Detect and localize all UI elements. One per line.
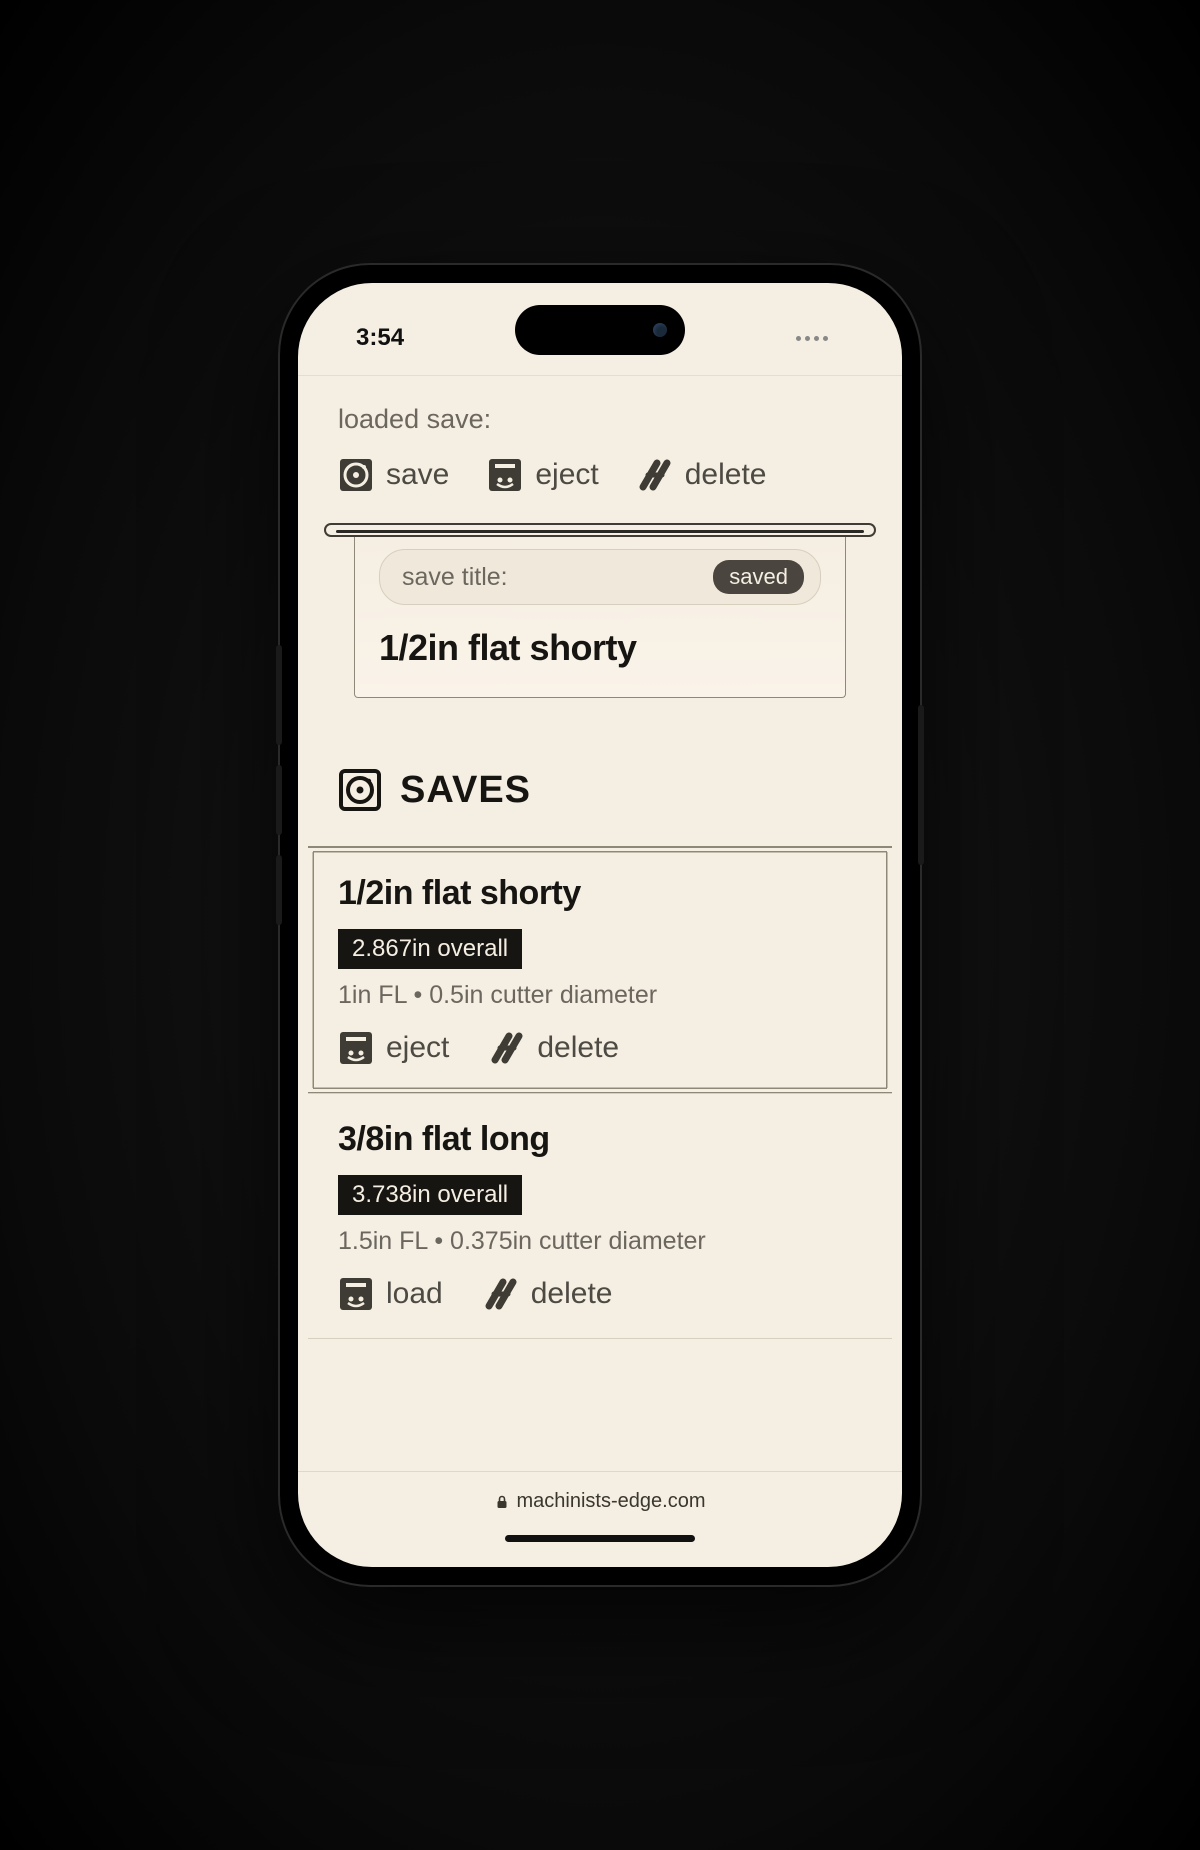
delete-button[interactable]: delete bbox=[489, 1030, 619, 1066]
save-slot: save title: saved 1/2in flat shorty bbox=[324, 523, 876, 698]
browser-url[interactable]: machinists-edge.com bbox=[495, 1490, 706, 1513]
loaded-action-row: save eject delete bbox=[338, 457, 862, 493]
dynamic-island bbox=[515, 305, 685, 355]
eject-button[interactable]: eject bbox=[338, 1030, 449, 1066]
disc-outline-icon bbox=[338, 768, 382, 812]
delete-icon bbox=[483, 1276, 519, 1312]
browser-url-text: machinists-edge.com bbox=[517, 1490, 706, 1513]
save-item[interactable]: 1/2in flat shorty 2.867in overall 1in FL •… bbox=[308, 846, 892, 1094]
overall-badge: 3.738in overall bbox=[338, 1175, 522, 1215]
save-card: save title: saved 1/2in flat shorty bbox=[354, 531, 846, 698]
loaded-save-label: loaded save: bbox=[338, 404, 862, 435]
slot-lip bbox=[324, 523, 876, 537]
save-item-title: 3/8in flat long bbox=[338, 1120, 862, 1159]
save-title-field-label: save title: bbox=[402, 563, 508, 592]
delete-button[interactable]: delete bbox=[483, 1276, 613, 1312]
save-title-value: 1/2in flat shorty bbox=[379, 627, 821, 669]
save-button[interactable]: save bbox=[338, 457, 449, 493]
saves-header: SAVES bbox=[338, 768, 862, 812]
load-button[interactable]: load bbox=[338, 1276, 443, 1312]
delete-button-label: delete bbox=[537, 1031, 619, 1065]
eject-icon bbox=[338, 1030, 374, 1066]
disc-icon bbox=[338, 457, 374, 493]
save-title-field[interactable]: save title: saved bbox=[379, 549, 821, 605]
eject-icon bbox=[487, 457, 523, 493]
delete-icon bbox=[489, 1030, 525, 1066]
saved-badge: saved bbox=[713, 560, 804, 594]
delete-button-label: delete bbox=[685, 458, 767, 492]
delete-icon bbox=[637, 457, 673, 493]
load-icon bbox=[338, 1276, 374, 1312]
load-button-label: load bbox=[386, 1277, 443, 1311]
eject-button-label: eject bbox=[535, 458, 598, 492]
home-indicator[interactable] bbox=[505, 1535, 695, 1542]
delete-button-label: delete bbox=[531, 1277, 613, 1311]
eject-button-label: eject bbox=[386, 1031, 449, 1065]
eject-button[interactable]: eject bbox=[487, 457, 598, 493]
save-button-label: save bbox=[386, 458, 449, 492]
delete-button[interactable]: delete bbox=[637, 457, 767, 493]
phone-frame: 3:54 loaded save: bbox=[280, 265, 920, 1585]
overall-badge: 2.867in overall bbox=[338, 929, 522, 969]
save-item-detail: 1in FL • 0.5in cutter diameter bbox=[338, 981, 862, 1010]
save-item[interactable]: 3/8in flat long 3.738in overall 1.5in FL •… bbox=[308, 1093, 892, 1339]
save-item-title: 1/2in flat shorty bbox=[338, 874, 862, 913]
lock-icon bbox=[495, 1495, 509, 1509]
browser-bar: machinists-edge.com bbox=[298, 1471, 902, 1567]
cellular-dots-icon bbox=[796, 336, 828, 341]
save-item-detail: 1.5in FL • 0.375in cutter diameter bbox=[338, 1227, 862, 1256]
screen: 3:54 loaded save: bbox=[298, 283, 902, 1567]
status-time: 3:54 bbox=[356, 324, 404, 352]
saves-heading: SAVES bbox=[400, 769, 531, 812]
